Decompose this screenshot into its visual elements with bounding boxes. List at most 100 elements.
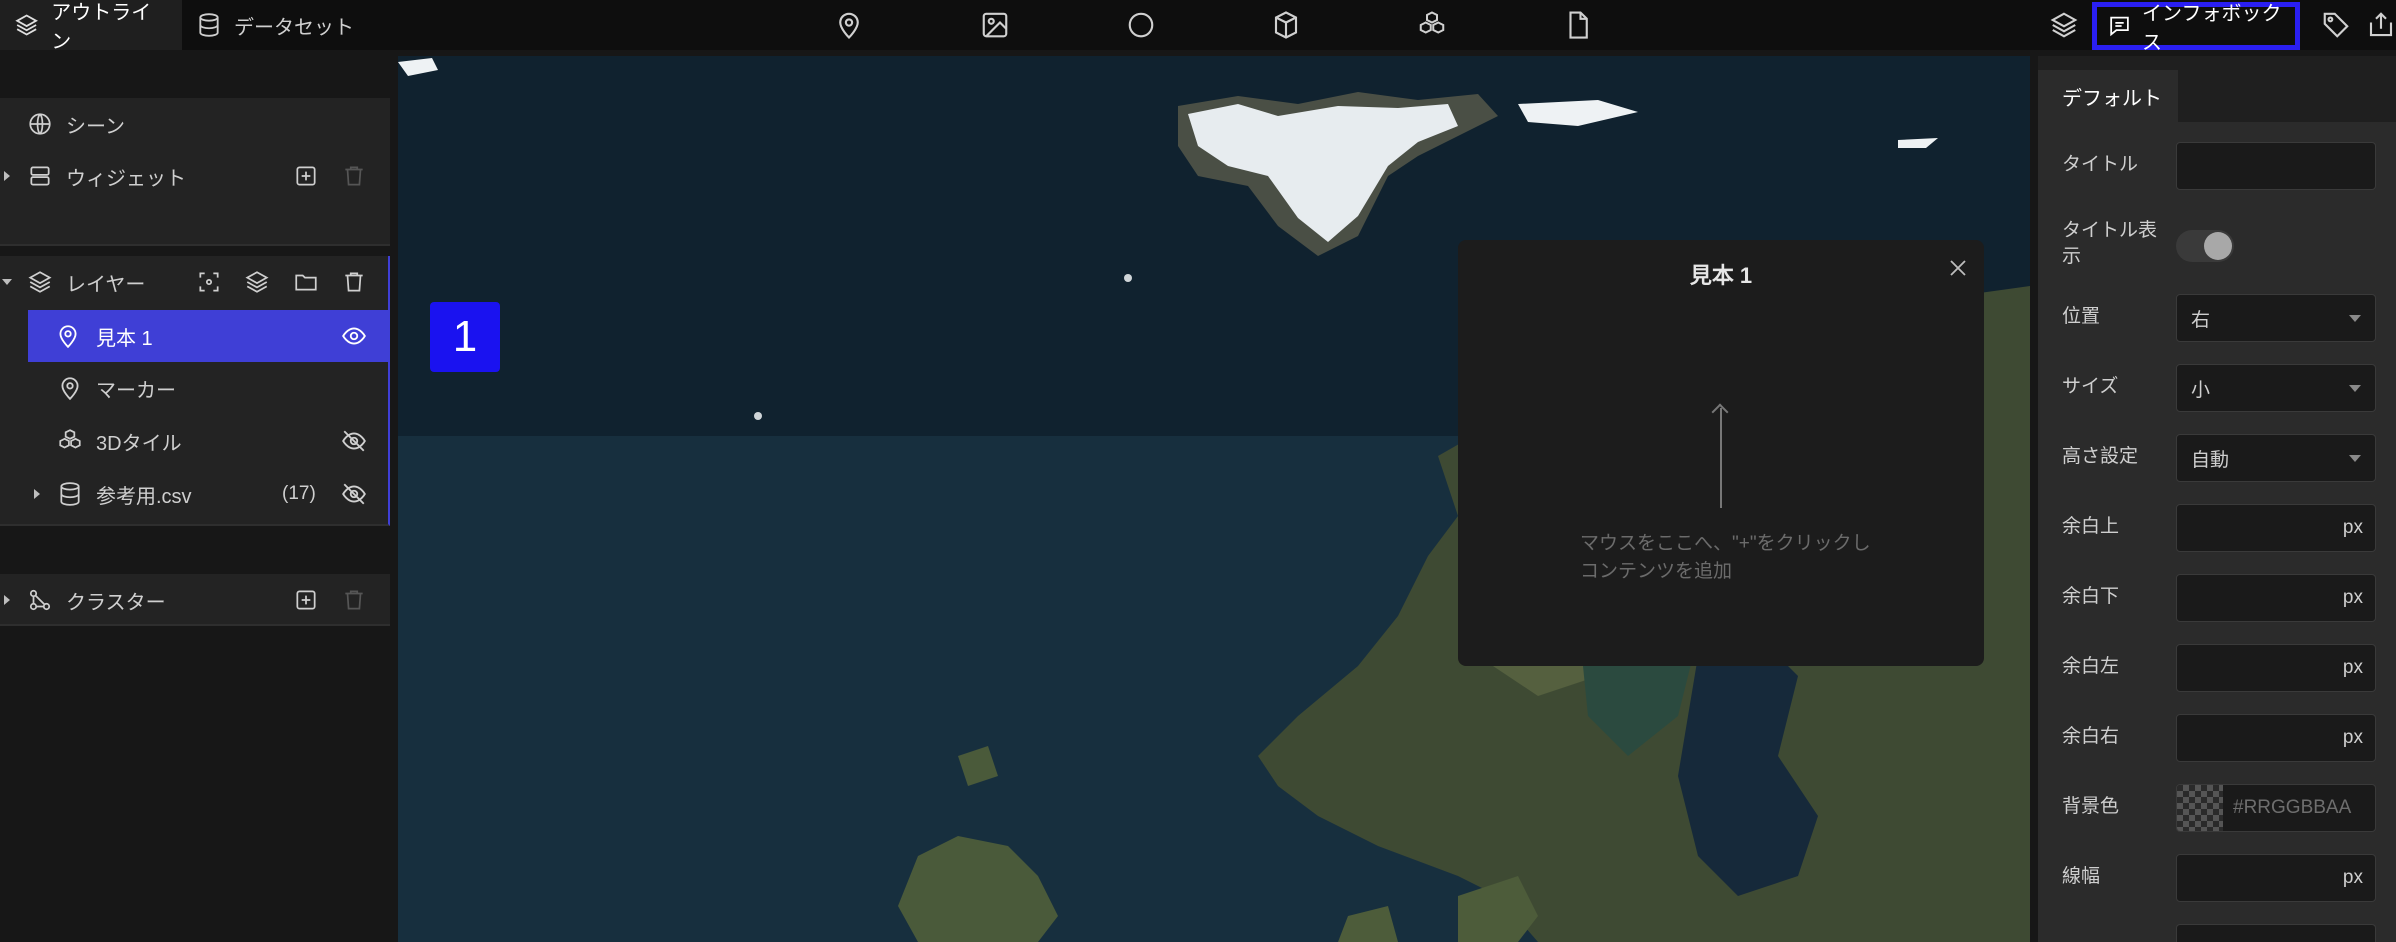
marker-tool-button[interactable] — [831, 7, 867, 43]
margin-bottom-label: 余白下 — [2062, 586, 2120, 607]
layer-item-sample1[interactable]: 見本 1 — [28, 310, 388, 362]
size-label: サイズ — [2062, 376, 2119, 397]
widget-label: ウィジェット — [66, 167, 186, 190]
size-select[interactable]: 小 — [2176, 364, 2376, 412]
position-select[interactable]: 右 — [2176, 294, 2376, 342]
comment-icon — [2110, 16, 2129, 37]
document-tool-button[interactable] — [1560, 7, 1596, 43]
widget-icon — [26, 162, 54, 190]
tag-icon — [2323, 12, 2349, 38]
add-layer-icon[interactable] — [242, 267, 272, 297]
widget-row[interactable]: ウィジェット — [0, 150, 390, 202]
tab-dataset-label: データセット — [234, 16, 354, 39]
cluster-icon — [26, 586, 54, 614]
layer-item-csv[interactable]: 参考用.csv (17) — [0, 468, 390, 520]
infobox-title: 見本 1 — [1689, 263, 1753, 288]
eye-icon[interactable] — [339, 321, 369, 351]
marker-icon — [56, 374, 84, 402]
infobox-popup: 見本 1 マウスをここへ、"+"をクリックしコンテンツを追加 — [1458, 240, 1984, 666]
scene-row[interactable]: シーン — [0, 98, 390, 150]
border-width-input[interactable]: px — [2176, 854, 2376, 902]
bg-color-input[interactable]: #RRGGBBAA — [2176, 784, 2376, 832]
add-folder-icon[interactable] — [291, 267, 321, 297]
layer-item-label: 参考用.csv — [96, 485, 192, 508]
export-tool-button[interactable] — [2366, 7, 2396, 43]
layer-item-label: 見本 1 — [96, 327, 153, 350]
position-value: 右 — [2191, 309, 2211, 331]
marker-icon — [54, 322, 82, 350]
database-icon — [199, 13, 219, 37]
chevron-down-icon — [2349, 455, 2361, 462]
title-label: タイトル — [2062, 154, 2139, 175]
layer-item-3dtiles[interactable]: 3Dタイル — [0, 415, 390, 467]
tiles-3d-tool-button[interactable] — [1414, 7, 1450, 43]
layers-icon — [2050, 12, 2078, 38]
infobox-button[interactable]: インフォボックス — [2092, 2, 2300, 54]
caret-right-icon[interactable] — [4, 171, 10, 181]
infobox-add-content-hint[interactable]: マウスをここへ、"+"をクリックしコンテンツを追加 — [1580, 530, 1880, 586]
margin-left-label: 余白左 — [2062, 656, 2120, 677]
tiles-3d-icon — [56, 427, 84, 455]
eye-off-icon[interactable] — [339, 426, 369, 456]
arrow-up-icon — [1720, 408, 1722, 508]
layers-icon — [26, 268, 54, 296]
trash-icon — [339, 585, 369, 615]
add-widget-icon[interactable] — [291, 161, 321, 191]
caret-right-icon[interactable] — [34, 489, 40, 499]
chevron-down-icon — [2349, 315, 2361, 322]
tab-outline[interactable]: アウトライン — [0, 0, 182, 53]
title-show-toggle[interactable] — [2176, 230, 2234, 262]
position-label: 位置 — [2062, 306, 2101, 327]
circle-tool-button[interactable] — [1123, 7, 1159, 43]
caret-down-icon[interactable] — [2, 279, 12, 285]
top-bar: アウトライン データセット インフォボックス — [0, 0, 2396, 54]
tab-dataset[interactable]: データセット — [182, 0, 368, 50]
trash-icon[interactable] — [339, 267, 369, 297]
tab-default[interactable]: デフォルト — [2038, 70, 2178, 122]
settings-form: タイトル タイトル表示 位置 右 サイズ 小 高さ設定 自動 余白上 px 余白… — [2038, 122, 2396, 942]
margin-top-input[interactable]: px — [2176, 504, 2376, 552]
height-value: 自動 — [2191, 449, 2230, 471]
margin-bottom-input[interactable]: px — [2176, 574, 2376, 622]
eye-off-icon[interactable] — [339, 479, 369, 509]
add-cluster-icon[interactable] — [291, 585, 321, 615]
margin-right-label: 余白右 — [2062, 726, 2120, 747]
unit-label: px — [2342, 587, 2363, 608]
export-icon — [2369, 12, 2393, 37]
margin-right-input[interactable]: px — [2176, 714, 2376, 762]
layers-icon — [15, 14, 38, 36]
layer-item-label: マーカー — [96, 379, 176, 402]
layer-item-marker[interactable]: マーカー — [0, 362, 390, 414]
cluster-row[interactable]: クラスター — [0, 574, 390, 626]
color-swatch[interactable] — [2177, 785, 2223, 831]
size-value: 小 — [2191, 379, 2211, 401]
model-tool-button[interactable] — [1268, 7, 1304, 43]
tag-tool-button[interactable] — [2318, 7, 2354, 43]
focus-icon[interactable] — [194, 267, 224, 297]
scene-group: シーン ウィジェット — [0, 98, 390, 246]
title-show-label: タイトル表示 — [2062, 220, 2158, 267]
close-icon[interactable] — [1946, 256, 1970, 280]
unit-label: px — [2342, 517, 2363, 538]
layer-label: レイヤー — [66, 273, 146, 296]
unit-label: px — [2342, 657, 2363, 678]
height-select[interactable]: 自動 — [2176, 434, 2376, 482]
border-width-label: 線幅 — [2062, 866, 2101, 887]
height-label: 高さ設定 — [2062, 446, 2139, 467]
image-tool-button[interactable] — [977, 7, 1013, 43]
caret-right-icon[interactable] — [4, 595, 10, 605]
cluster-label: クラスター — [66, 591, 166, 614]
tab-outline-label: アウトライン — [51, 2, 152, 53]
title-input[interactable] — [2176, 142, 2376, 190]
chevron-down-icon — [2349, 385, 2361, 392]
layers-tool-button[interactable] — [2046, 7, 2082, 43]
globe-icon — [26, 110, 54, 138]
margin-left-input[interactable]: px — [2176, 644, 2376, 692]
document-icon — [1569, 11, 1588, 39]
layer-item-label: 3Dタイル — [96, 432, 182, 455]
tiles-3d-icon — [1419, 11, 1445, 34]
layer-header-row[interactable]: レイヤー — [0, 256, 390, 308]
infobox-label: インフォボックス — [2142, 3, 2282, 54]
next-field-input[interactable] — [2176, 924, 2376, 942]
marker-icon — [839, 12, 859, 40]
